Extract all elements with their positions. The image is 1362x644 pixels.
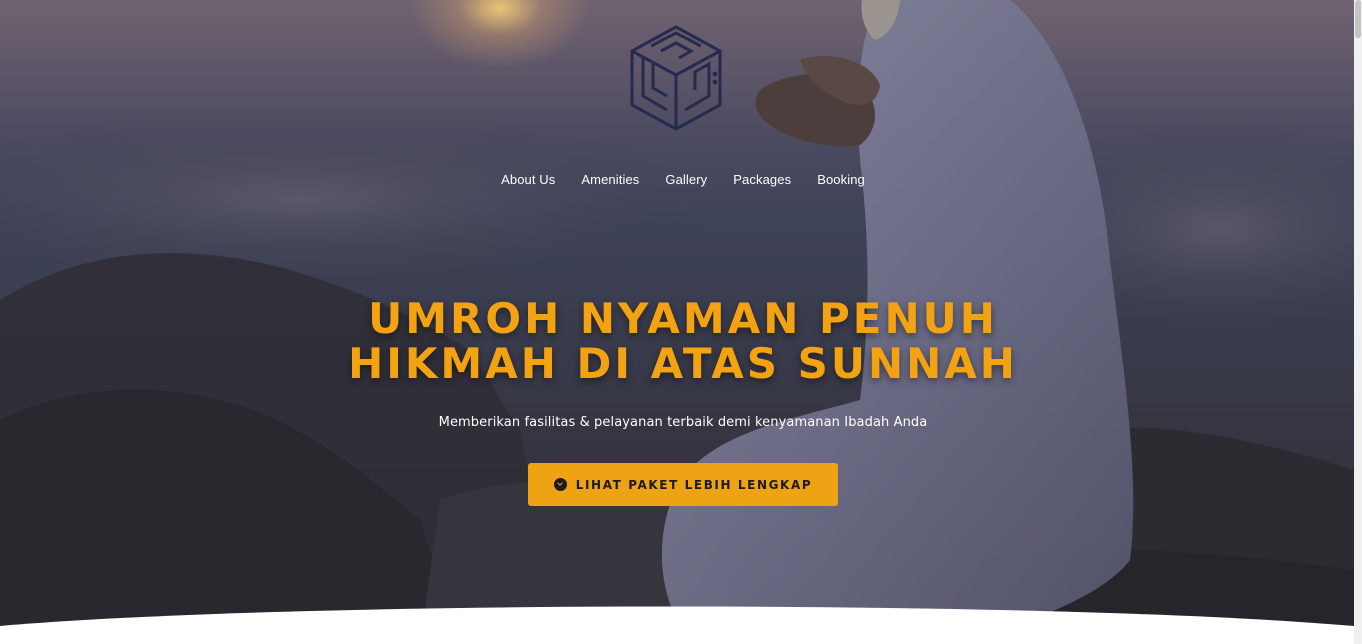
hero-headline-line2: HIKMAH DI ATAS SUNNAH <box>348 339 1018 388</box>
section-divider-curve <box>0 606 1354 644</box>
hero-headline: UMROH NYAMAN PENUH HIKMAH DI ATAS SUNNAH <box>0 296 1354 386</box>
hero-headline-line1: UMROH NYAMAN PENUH <box>368 294 998 343</box>
scrollbar-thumb[interactable] <box>1355 0 1361 38</box>
nav-item-about-us[interactable]: About Us <box>501 171 555 189</box>
nav-item-amenities[interactable]: Amenities <box>581 171 639 189</box>
nav-item-booking[interactable]: Booking <box>817 171 865 189</box>
logo[interactable] <box>627 24 725 132</box>
nav-item-packages[interactable]: Packages <box>733 171 791 189</box>
arrow-circle-down-icon <box>553 478 567 491</box>
hero-section: About Us Amenities Gallery Packages Book… <box>0 0 1354 644</box>
nav-item-gallery[interactable]: Gallery <box>665 171 707 189</box>
view-packages-button-label: LIHAT PAKET LEBIH LENGKAP <box>575 477 813 492</box>
hero-subtitle: Memberikan fasilitas & pelayanan terbaik… <box>438 415 928 430</box>
page-scrollbar[interactable] <box>1354 0 1362 644</box>
kaaba-cube-logo-icon <box>630 25 722 131</box>
main-nav: About Us Amenities Gallery Packages Book… <box>0 171 1354 189</box>
view-packages-button[interactable]: LIHAT PAKET LEBIH LENGKAP <box>528 463 838 506</box>
